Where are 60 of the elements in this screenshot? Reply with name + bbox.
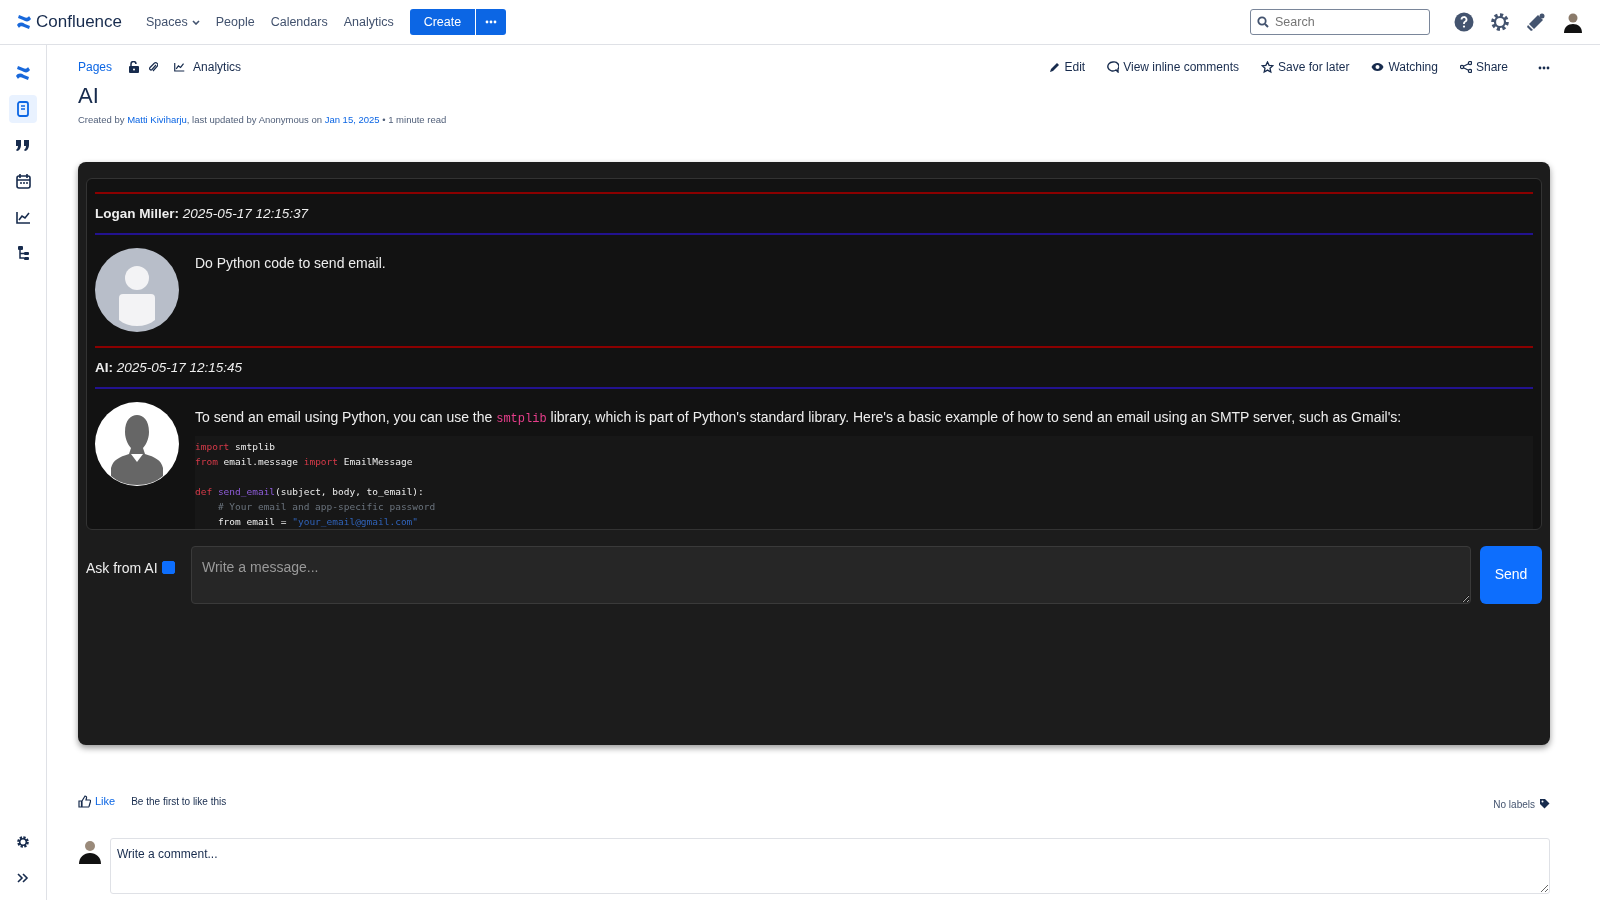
analytics-link[interactable]: Analytics	[174, 58, 242, 76]
message-header: Logan Miller: 2025-05-17 12:15:37	[95, 204, 310, 223]
unlocked-icon[interactable]	[128, 61, 141, 73]
byline: Created by Matti Kiviharju, last updated by Anonymous on Jan 15, 2025 • 1 minute read	[78, 113, 448, 128]
expand-icon[interactable]	[17, 873, 29, 883]
confluence-logo-icon[interactable]	[16, 15, 32, 29]
settings-icon[interactable]	[1490, 12, 1510, 32]
eye-icon	[1371, 62, 1385, 72]
star-icon	[1261, 60, 1274, 74]
comment-icon	[1107, 61, 1120, 73]
confluence-logo-icon[interactable]	[15, 66, 31, 80]
chart-icon[interactable]	[15, 210, 31, 224]
message-text: Do Python code to send email.	[195, 253, 387, 273]
create-button[interactable]: Create	[409, 9, 476, 35]
hierarchy-icon[interactable]	[16, 245, 30, 261]
nav-link[interactable]: Analytics	[335, 12, 402, 32]
help-icon[interactable]	[1454, 12, 1474, 32]
settings-icon[interactable]	[16, 835, 30, 849]
share-icon	[1459, 61, 1472, 73]
more-icon	[1538, 65, 1550, 70]
code-line: # Your email and app-specific password	[216, 500, 437, 515]
pencil-icon	[1048, 61, 1061, 73]
nav-link[interactable]: People	[207, 12, 263, 32]
thumbs-up-icon	[78, 794, 91, 808]
comment-input[interactable]: Write a comment...	[110, 837, 1550, 894]
calendar-icon[interactable]	[15, 173, 31, 189]
checkbox[interactable]	[161, 560, 175, 574]
message-text: To send an email using Python, you can use the smtplib library, which is part of Python's standard library. Here's a basic example of how to send an email using an SMTP server, such as Gmail's:	[195, 408, 1403, 429]
product-name[interactable]: Confluence	[36, 9, 122, 35]
ai-toggle[interactable]: Ask from AI	[86, 545, 182, 604]
labels-text: No labels	[1493, 797, 1535, 812]
code-line: def send_email(subject, body, to_email):	[195, 485, 425, 500]
star-button[interactable]: Save for later	[1261, 58, 1350, 76]
date-link[interactable]: Jan 15, 2025	[324, 114, 380, 126]
search-field[interactable]: Search	[1250, 9, 1430, 35]
code-line: from email = "your_email@gmail.com"	[216, 515, 420, 529]
page-title: AI	[78, 83, 100, 110]
nav-link[interactable]: Spaces	[138, 12, 208, 32]
avatar-icon[interactable]	[1562, 11, 1584, 33]
comments-button[interactable]: View inline comments	[1107, 58, 1239, 76]
code-line: import smtplib	[195, 440, 277, 455]
message-header: AI: 2025-05-17 12:15:45	[95, 358, 244, 377]
author-link[interactable]: Matti Kiviharju	[127, 114, 187, 126]
send-button[interactable]: Send	[1480, 545, 1542, 604]
like-button[interactable]: Like	[78, 792, 116, 810]
caret-icon	[191, 19, 200, 25]
tag-icon[interactable]	[1539, 797, 1550, 809]
watch-button[interactable]: Watching	[1371, 58, 1438, 76]
like-note: Be the first to like this	[131, 794, 227, 809]
message-input[interactable]: Write a message...	[191, 545, 1471, 604]
page-icon[interactable]	[16, 101, 30, 117]
chart-icon	[174, 62, 186, 72]
edit-button[interactable]: Edit	[1048, 58, 1086, 76]
more-icon	[485, 20, 498, 24]
code-line: from email.message import EmailMessage	[195, 455, 414, 470]
nav-link[interactable]: Calendars	[262, 12, 336, 32]
paperclip-icon[interactable]	[148, 61, 159, 73]
breadcrumb-link[interactable]: Pages	[78, 58, 113, 76]
share-button[interactable]: Share	[1459, 58, 1508, 76]
quote-icon[interactable]	[15, 138, 31, 152]
